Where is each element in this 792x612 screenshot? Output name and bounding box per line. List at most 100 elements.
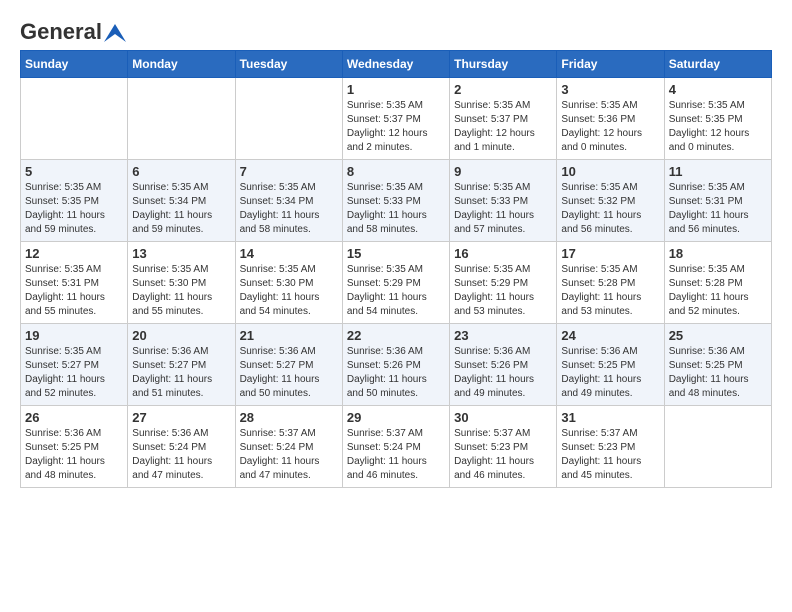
day-number: 31 — [561, 410, 659, 425]
day-info: Sunrise: 5:35 AM Sunset: 5:30 PM Dayligh… — [132, 263, 230, 319]
day-number: 19 — [25, 328, 123, 343]
day-number: 20 — [132, 328, 230, 343]
day-number: 17 — [561, 246, 659, 261]
day-info: Sunrise: 5:35 AM Sunset: 5:34 PM Dayligh… — [240, 181, 338, 237]
calendar-cell: 9 Sunrise: 5:35 AM Sunset: 5:33 PM Daylig… — [450, 160, 557, 242]
day-info: Sunrise: 5:35 AM Sunset: 5:32 PM Dayligh… — [561, 181, 659, 237]
day-number: 9 — [454, 164, 552, 179]
calendar-week-row: 12Sunrise: 5:35 AM Sunset: 5:31 PM Dayli… — [21, 242, 772, 324]
day-info: Sunrise: 5:35 AM Sunset: 5:36 PM Dayligh… — [561, 99, 659, 155]
calendar-cell: 12Sunrise: 5:35 AM Sunset: 5:31 PM Dayli… — [21, 242, 128, 324]
logo: General — [20, 20, 126, 40]
day-info: Sunrise: 5:35 AM Sunset: 5:29 PM Dayligh… — [347, 263, 445, 319]
day-number: 7 — [240, 164, 338, 179]
calendar-cell: 31 Sunrise: 5:37 AM Sunset: 5:23 PM Dayli… — [557, 406, 664, 488]
calendar-day-header: Wednesday — [342, 51, 449, 78]
calendar-week-row: 5Sunrise: 5:35 AM Sunset: 5:35 PM Daylig… — [21, 160, 772, 242]
calendar-cell: 1 Sunrise: 5:35 AM Sunset: 5:37 PM Daylig… — [342, 78, 449, 160]
day-info: Sunrise: 5:35 AM Sunset: 5:33 PM Dayligh… — [347, 181, 445, 237]
calendar-day-header: Thursday — [450, 51, 557, 78]
day-number: 24 — [561, 328, 659, 343]
calendar-day-header: Tuesday — [235, 51, 342, 78]
calendar-week-row: 26Sunrise: 5:36 AM Sunset: 5:25 PM Dayli… — [21, 406, 772, 488]
calendar-cell: 16 Sunrise: 5:35 AM Sunset: 5:29 PM Dayli… — [450, 242, 557, 324]
day-info: Sunrise: 5:36 AM Sunset: 5:27 PM Dayligh… — [132, 345, 230, 401]
calendar-day-header: Saturday — [664, 51, 771, 78]
calendar-cell: 20 Sunrise: 5:36 AM Sunset: 5:27 PM Dayli… — [128, 324, 235, 406]
logo-text: General — [20, 20, 126, 44]
day-info: Sunrise: 5:36 AM Sunset: 5:27 PM Dayligh… — [240, 345, 338, 401]
day-number: 11 — [669, 164, 767, 179]
day-number: 18 — [669, 246, 767, 261]
day-info: Sunrise: 5:35 AM Sunset: 5:31 PM Dayligh… — [669, 181, 767, 237]
calendar-day-header: Sunday — [21, 51, 128, 78]
calendar-cell — [664, 406, 771, 488]
day-info: Sunrise: 5:35 AM Sunset: 5:28 PM Dayligh… — [561, 263, 659, 319]
day-info: Sunrise: 5:36 AM Sunset: 5:25 PM Dayligh… — [561, 345, 659, 401]
calendar-header-row: SundayMondayTuesdayWednesdayThursdayFrid… — [21, 51, 772, 78]
calendar-cell: 22 Sunrise: 5:36 AM Sunset: 5:26 PM Dayli… — [342, 324, 449, 406]
day-info: Sunrise: 5:36 AM Sunset: 5:25 PM Dayligh… — [25, 427, 123, 483]
day-info: Sunrise: 5:35 AM Sunset: 5:35 PM Dayligh… — [25, 181, 123, 237]
day-number: 14 — [240, 246, 338, 261]
calendar-cell: 18 Sunrise: 5:35 AM Sunset: 5:28 PM Dayli… — [664, 242, 771, 324]
day-number: 1 — [347, 82, 445, 97]
calendar-cell: 23Sunrise: 5:36 AM Sunset: 5:26 PM Dayli… — [450, 324, 557, 406]
page-header: General — [20, 20, 772, 40]
day-info: Sunrise: 5:37 AM Sunset: 5:23 PM Dayligh… — [454, 427, 552, 483]
day-info: Sunrise: 5:36 AM Sunset: 5:24 PM Dayligh… — [132, 427, 230, 483]
calendar-week-row: 1 Sunrise: 5:35 AM Sunset: 5:37 PM Daylig… — [21, 78, 772, 160]
day-number: 22 — [347, 328, 445, 343]
day-number: 25 — [669, 328, 767, 343]
day-info: Sunrise: 5:35 AM Sunset: 5:31 PM Dayligh… — [25, 263, 123, 319]
calendar-cell: 3 Sunrise: 5:35 AM Sunset: 5:36 PM Daylig… — [557, 78, 664, 160]
day-number: 13 — [132, 246, 230, 261]
day-info: Sunrise: 5:35 AM Sunset: 5:28 PM Dayligh… — [669, 263, 767, 319]
calendar-cell: 10 Sunrise: 5:35 AM Sunset: 5:32 PM Dayli… — [557, 160, 664, 242]
day-info: Sunrise: 5:35 AM Sunset: 5:34 PM Dayligh… — [132, 181, 230, 237]
calendar-cell: 4Sunrise: 5:35 AM Sunset: 5:35 PM Daylig… — [664, 78, 771, 160]
calendar-cell: 25 Sunrise: 5:36 AM Sunset: 5:25 PM Dayli… — [664, 324, 771, 406]
calendar-day-header: Friday — [557, 51, 664, 78]
day-info: Sunrise: 5:35 AM Sunset: 5:37 PM Dayligh… — [347, 99, 445, 155]
day-number: 8 — [347, 164, 445, 179]
day-info: Sunrise: 5:37 AM Sunset: 5:23 PM Dayligh… — [561, 427, 659, 483]
day-number: 6 — [132, 164, 230, 179]
day-number: 29 — [347, 410, 445, 425]
day-number: 27 — [132, 410, 230, 425]
calendar-table: SundayMondayTuesdayWednesdayThursdayFrid… — [20, 50, 772, 488]
day-info: Sunrise: 5:35 AM Sunset: 5:27 PM Dayligh… — [25, 345, 123, 401]
day-info: Sunrise: 5:36 AM Sunset: 5:25 PM Dayligh… — [669, 345, 767, 401]
calendar-cell: 7 Sunrise: 5:35 AM Sunset: 5:34 PM Daylig… — [235, 160, 342, 242]
day-info: Sunrise: 5:37 AM Sunset: 5:24 PM Dayligh… — [240, 427, 338, 483]
calendar-cell: 27 Sunrise: 5:36 AM Sunset: 5:24 PM Dayli… — [128, 406, 235, 488]
calendar-cell: 26Sunrise: 5:36 AM Sunset: 5:25 PM Dayli… — [21, 406, 128, 488]
day-number: 28 — [240, 410, 338, 425]
calendar-cell — [128, 78, 235, 160]
day-number: 3 — [561, 82, 659, 97]
calendar-cell — [21, 78, 128, 160]
calendar-cell: 15 Sunrise: 5:35 AM Sunset: 5:29 PM Dayli… — [342, 242, 449, 324]
day-number: 16 — [454, 246, 552, 261]
calendar-cell: 21 Sunrise: 5:36 AM Sunset: 5:27 PM Dayli… — [235, 324, 342, 406]
calendar-cell: 11 Sunrise: 5:35 AM Sunset: 5:31 PM Dayli… — [664, 160, 771, 242]
calendar-cell: 28 Sunrise: 5:37 AM Sunset: 5:24 PM Dayli… — [235, 406, 342, 488]
day-info: Sunrise: 5:37 AM Sunset: 5:24 PM Dayligh… — [347, 427, 445, 483]
day-number: 15 — [347, 246, 445, 261]
calendar-cell: 6 Sunrise: 5:35 AM Sunset: 5:34 PM Daylig… — [128, 160, 235, 242]
day-info: Sunrise: 5:35 AM Sunset: 5:29 PM Dayligh… — [454, 263, 552, 319]
calendar-cell: 17 Sunrise: 5:35 AM Sunset: 5:28 PM Dayli… — [557, 242, 664, 324]
day-number: 10 — [561, 164, 659, 179]
calendar-week-row: 19 Sunrise: 5:35 AM Sunset: 5:27 PM Dayli… — [21, 324, 772, 406]
day-info: Sunrise: 5:35 AM Sunset: 5:37 PM Dayligh… — [454, 99, 552, 155]
calendar-cell: 30 Sunrise: 5:37 AM Sunset: 5:23 PM Dayli… — [450, 406, 557, 488]
day-info: Sunrise: 5:36 AM Sunset: 5:26 PM Dayligh… — [347, 345, 445, 401]
day-info: Sunrise: 5:36 AM Sunset: 5:26 PM Dayligh… — [454, 345, 552, 401]
day-info: Sunrise: 5:35 AM Sunset: 5:33 PM Dayligh… — [454, 181, 552, 237]
day-info: Sunrise: 5:35 AM Sunset: 5:30 PM Dayligh… — [240, 263, 338, 319]
day-info: Sunrise: 5:35 AM Sunset: 5:35 PM Dayligh… — [669, 99, 767, 155]
day-number: 21 — [240, 328, 338, 343]
calendar-cell: 29 Sunrise: 5:37 AM Sunset: 5:24 PM Dayli… — [342, 406, 449, 488]
calendar-cell: 8 Sunrise: 5:35 AM Sunset: 5:33 PM Daylig… — [342, 160, 449, 242]
day-number: 30 — [454, 410, 552, 425]
